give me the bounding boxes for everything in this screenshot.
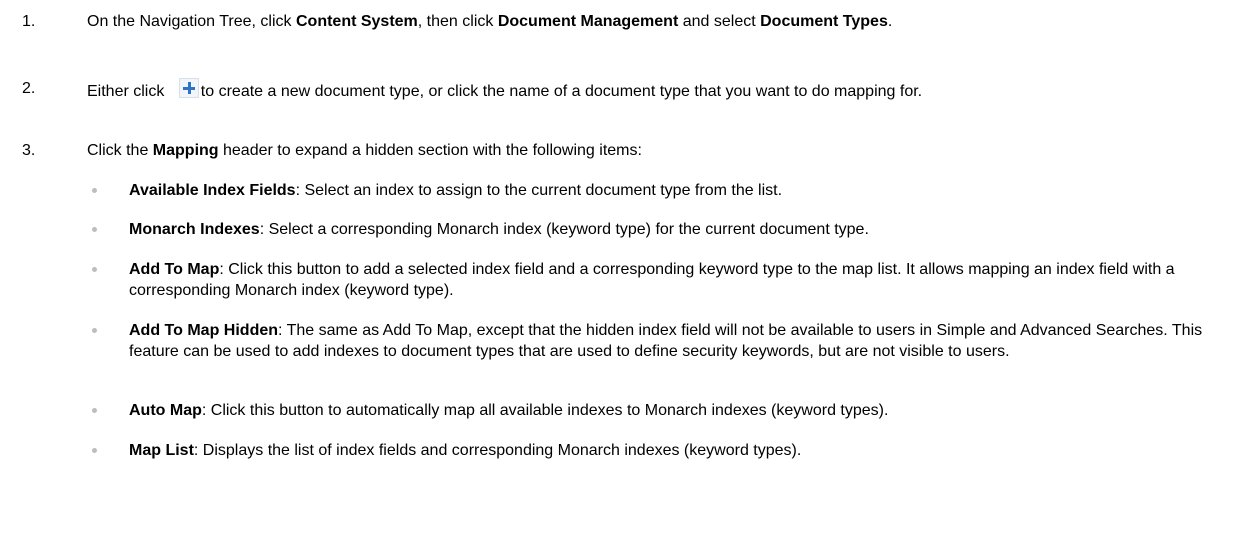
bullet-icon: [92, 188, 97, 193]
item-description: : Click this button to add a selected in…: [129, 261, 1175, 299]
step-text-segment: , then click: [417, 13, 498, 30]
step-text-segment: Click the: [87, 142, 153, 159]
ui-term: Content System: [295, 13, 418, 30]
item-term: Add To Map Hidden: [129, 322, 279, 339]
plus-icon: [178, 78, 199, 98]
ui-term: Document Management: [497, 13, 679, 30]
item-description: : The same as Add To Map, except that th…: [129, 322, 1203, 360]
step-text-segment: to create a new document type, or click …: [200, 83, 923, 100]
step-text: Click the Mapping header to expand a hid…: [87, 140, 1217, 161]
step-number: 1.: [22, 13, 36, 30]
item-term: Auto Map: [129, 402, 202, 419]
step-text: Either click to create a new document ty…: [87, 78, 1217, 102]
bullet-icon: [92, 328, 97, 333]
step-number: 2.: [22, 80, 36, 97]
bullet-icon: [92, 448, 97, 453]
bullet-icon: [92, 267, 97, 272]
item-term: Map List: [129, 442, 194, 459]
bullet-icon: [92, 227, 97, 232]
item-term: Available Index Fields: [129, 182, 296, 199]
step-text-segment: and select: [678, 13, 761, 30]
step-text-segment: On the Navigation Tree, click: [87, 13, 296, 30]
item-description: : Select a corresponding Monarch index (…: [259, 221, 869, 238]
item-term: Add To Map: [129, 261, 220, 278]
ui-term: Mapping: [152, 142, 219, 159]
item-description: : Select an index to assign to the curre…: [295, 182, 783, 199]
step-number: 3.: [22, 142, 36, 159]
item-term: Monarch Indexes: [129, 221, 260, 238]
document-body: 1. On the Navigation Tree, click Content…: [0, 0, 1249, 535]
bullet-icon: [92, 408, 97, 413]
step-text-segment: .: [887, 13, 893, 30]
item-description: : Click this button to automatically map…: [201, 402, 889, 419]
step-text-segment: Either click: [87, 83, 169, 100]
step-text-segment: header to expand a hidden section with t…: [218, 142, 642, 159]
ui-term: Document Types: [760, 13, 888, 30]
step-text: On the Navigation Tree, click Content Sy…: [87, 11, 1217, 32]
item-description: : Displays the list of index fields and …: [193, 442, 802, 459]
